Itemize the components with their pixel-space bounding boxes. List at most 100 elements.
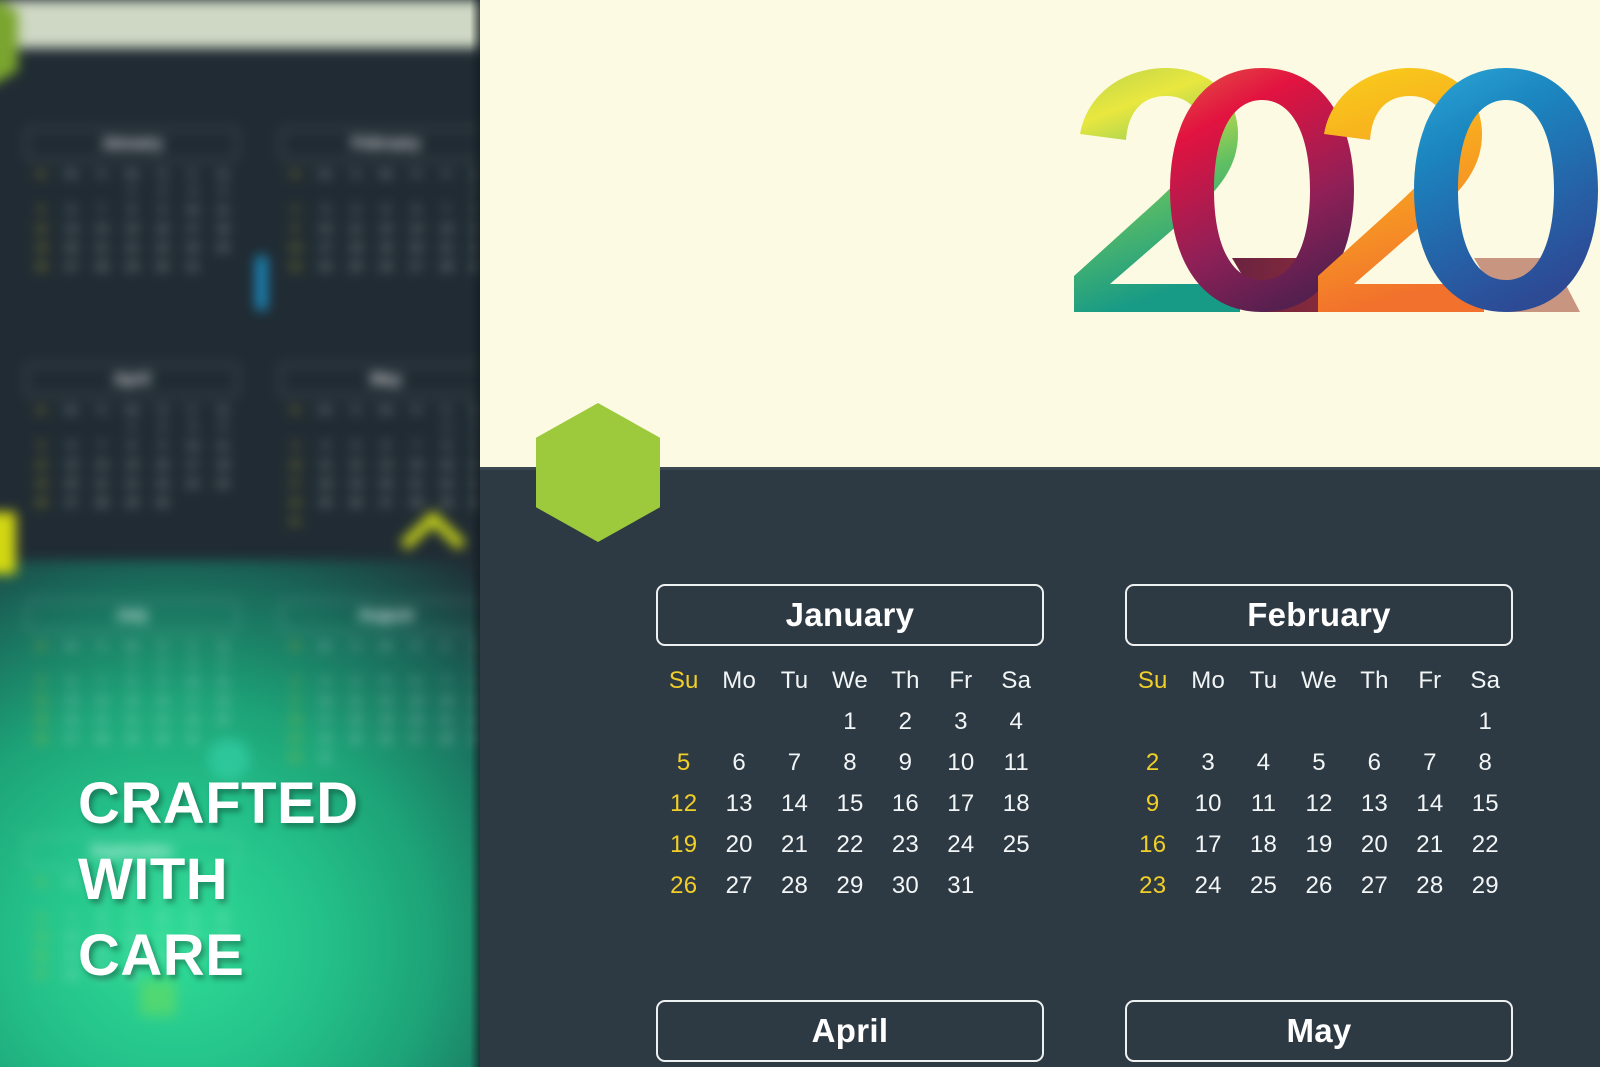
preview-weekday-su: Su (35, 169, 47, 179)
preview-day-cell: 16 (289, 713, 302, 726)
month-title: February (1247, 596, 1391, 633)
preview-day-cell: 29 (125, 732, 139, 745)
preview-day-cell: 27 (65, 260, 78, 273)
day-cell[interactable]: 25 (1236, 865, 1291, 906)
preview-day-cell: 22 (125, 241, 139, 254)
day-cells: 1 2 3 4 5 6 7 8 9 10 11 12 13 14 15 16 17 18 19 20 21 22 23 24 2… (1125, 701, 1513, 906)
day-cell[interactable]: 31 (933, 865, 988, 906)
day-cell[interactable]: 13 (1347, 783, 1402, 824)
day-cell[interactable]: 6 (711, 742, 766, 783)
preview-day-cell: 13 (65, 222, 78, 235)
day-cell[interactable]: 9 (1125, 783, 1180, 824)
preview-day-cell: 11 (217, 203, 229, 216)
preview-day-cell-empty (87, 181, 117, 200)
day-cell[interactable]: 6 (1347, 742, 1402, 783)
preview-day-cell-empty (56, 417, 86, 436)
day-cell[interactable]: 17 (1180, 824, 1235, 865)
day-cell[interactable]: 3 (1180, 742, 1235, 783)
day-cell[interactable]: 2 (878, 701, 933, 742)
day-cell[interactable]: 1 (1458, 701, 1513, 742)
day-cell[interactable]: 5 (656, 742, 711, 783)
day-cell[interactable]: 23 (1125, 865, 1180, 906)
preview-day-cell: 31 (319, 751, 332, 764)
day-cell[interactable]: 4 (1236, 742, 1291, 783)
day-cell[interactable]: 11 (1236, 783, 1291, 824)
day-cell[interactable]: 8 (1458, 742, 1513, 783)
day-cell[interactable]: 26 (656, 865, 711, 906)
day-cell[interactable]: 8 (822, 742, 877, 783)
preview-day-cell-empty (56, 181, 86, 200)
day-cell[interactable]: 10 (933, 742, 988, 783)
day-cell[interactable]: 13 (711, 783, 766, 824)
preview-day-cell-empty (26, 417, 56, 436)
preview-day-cell: 9 (292, 694, 299, 707)
day-cell[interactable]: 19 (656, 824, 711, 865)
day-cell[interactable]: 28 (767, 865, 822, 906)
day-cell[interactable]: 15 (822, 783, 877, 824)
day-cell[interactable]: 5 (1291, 742, 1346, 783)
day-cell[interactable]: 9 (878, 742, 933, 783)
day-cell[interactable]: 4 (989, 701, 1044, 742)
day-cell[interactable]: 12 (1291, 783, 1346, 824)
preview-day-cell: 30 (156, 260, 169, 273)
day-cell[interactable]: 12 (656, 783, 711, 824)
day-cell[interactable]: 1 (822, 701, 877, 742)
preview-day-cell: 3 (322, 675, 329, 688)
preview-day-cell-empty (26, 181, 56, 200)
preview-day-cell: 21 (95, 241, 108, 254)
day-cell[interactable]: 18 (989, 783, 1044, 824)
day-cell[interactable]: 22 (1458, 824, 1513, 865)
month-block-february: February Su Mo Tu We Th Fr Sa 1 2 3 4 5 6 7 8 9 10 11 12 1… (1125, 584, 1513, 906)
day-cell[interactable]: 7 (1402, 742, 1457, 783)
day-cell[interactable]: 16 (1125, 824, 1180, 865)
preview-weekday-fr: Fr (188, 641, 197, 651)
day-cell[interactable]: 10 (1180, 783, 1235, 824)
preview-day-cell-empty (371, 181, 401, 200)
day-cell[interactable]: 30 (878, 865, 933, 906)
day-cell[interactable]: 24 (933, 824, 988, 865)
day-cell[interactable]: 23 (878, 824, 933, 865)
preview-day-cell-empty (401, 653, 431, 672)
day-cell[interactable]: 11 (989, 742, 1044, 783)
preview-day-cell: 23 (156, 241, 169, 254)
day-cell[interactable]: 29 (822, 865, 877, 906)
day-cell[interactable]: 20 (1347, 824, 1402, 865)
day-cell[interactable]: 24 (1180, 865, 1235, 906)
preview-day-cell-empty (56, 653, 86, 672)
day-cell[interactable]: 17 (933, 783, 988, 824)
preview-day-cell: 20 (410, 713, 423, 726)
day-cell[interactable]: 28 (1402, 865, 1457, 906)
day-cell[interactable]: 29 (1458, 865, 1513, 906)
day-cell[interactable]: 20 (711, 824, 766, 865)
day-cell[interactable]: 26 (1291, 865, 1346, 906)
preview-day-cell: 6 (68, 439, 75, 452)
day-cell[interactable]: 3 (933, 701, 988, 742)
preview-weekday-sa: Sa (217, 169, 229, 179)
day-cell[interactable]: 27 (711, 865, 766, 906)
day-cell[interactable]: 19 (1291, 824, 1346, 865)
preview-day-cell: 18 (319, 477, 332, 490)
preview-day-cell: 24 (319, 732, 332, 745)
day-cell[interactable]: 14 (767, 783, 822, 824)
day-cell[interactable]: 22 (822, 824, 877, 865)
day-cell[interactable]: 16 (878, 783, 933, 824)
preview-day-cell-empty (87, 653, 117, 672)
preview-day-cell: 28 (410, 496, 423, 509)
day-cell[interactable]: 15 (1458, 783, 1513, 824)
day-cell[interactable]: 18 (1236, 824, 1291, 865)
preview-weekday-th: Th (157, 169, 168, 179)
preview-month-title: February (351, 135, 421, 152)
day-cell[interactable]: 21 (1402, 824, 1457, 865)
day-cell[interactable]: 2 (1125, 742, 1180, 783)
preview-day-cell: 11 (349, 222, 362, 235)
weekday-sa: Sa (1470, 667, 1501, 694)
day-cell[interactable]: 14 (1402, 783, 1457, 824)
day-cell[interactable]: 27 (1347, 865, 1402, 906)
day-cell[interactable]: 25 (989, 824, 1044, 865)
day-cell[interactable]: 21 (767, 824, 822, 865)
preview-day-cell-empty (431, 181, 461, 200)
preview-day-cell: 20 (65, 477, 78, 490)
day-cell[interactable]: 7 (767, 742, 822, 783)
preview-day-cell: 10 (186, 203, 199, 216)
preview-day-cell: 15 (125, 458, 139, 471)
